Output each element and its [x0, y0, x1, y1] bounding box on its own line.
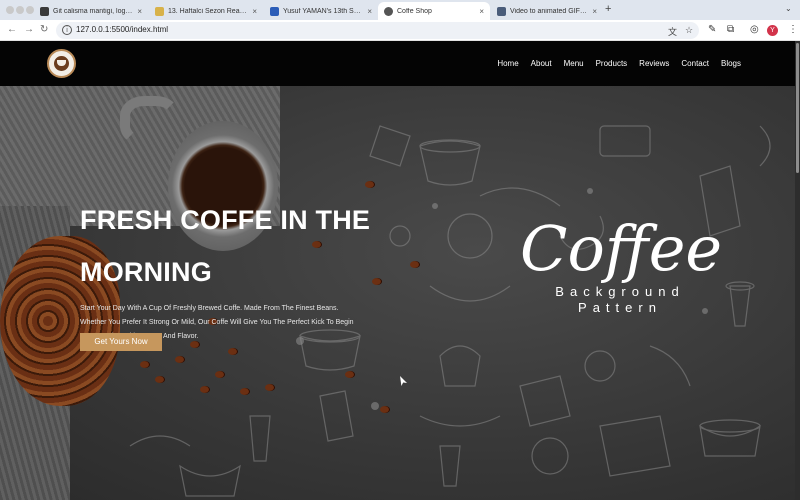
bookmark-star-icon[interactable]: ☆ [685, 25, 693, 36]
eyedropper-icon[interactable]: ✎ [708, 24, 716, 35]
tab-title: Coffe Shop [397, 7, 432, 15]
profile-avatar[interactable]: Y [767, 25, 778, 36]
coffee-bean [345, 371, 355, 378]
coffee-bean [175, 356, 185, 363]
browser-tab[interactable]: Git calisma mantigi, log, refle × [34, 2, 148, 20]
brand-script-title: Coffee [520, 212, 723, 285]
tab-title: Yusuf YAMAN's 13th Seas [283, 7, 364, 15]
nav-link-reviews[interactable]: Reviews [639, 59, 669, 68]
coffee-bean [215, 371, 225, 378]
tab-close-icon[interactable]: × [137, 7, 142, 16]
media-icon[interactable]: ◎ [750, 24, 759, 35]
get-yours-now-button[interactable]: Get Yours Now [80, 333, 162, 351]
brand-subtitle-line1: Background [555, 284, 685, 299]
browser-tab[interactable]: Yusuf YAMAN's 13th Seas × [264, 2, 378, 20]
tab-close-icon[interactable]: × [252, 7, 257, 16]
back-arrow-icon[interactable]: ← [7, 24, 17, 35]
window-zoom-button[interactable] [26, 6, 34, 14]
extensions-icon[interactable]: ⧉ [727, 24, 734, 35]
nav-link-products[interactable]: Products [596, 59, 628, 68]
tab-favicon-icon [155, 6, 164, 16]
window-minimize-button[interactable] [16, 6, 24, 14]
browser-tab[interactable]: Video to animated GIF conve × [491, 2, 603, 20]
coffee-bean [240, 388, 250, 395]
forward-arrow-icon[interactable]: → [24, 24, 34, 35]
new-tab-button[interactable]: + [605, 3, 611, 15]
site-header: Home About Menu Products Reviews Contact… [0, 41, 795, 86]
hero-title: FRESH COFFE IN THE MORNING [80, 205, 371, 287]
coffee-bean [140, 361, 150, 368]
main-nav: Home About Menu Products Reviews Contact… [497, 59, 741, 68]
tab-close-icon[interactable]: × [592, 7, 597, 16]
browser-toolbar: ← → ↻ i 127.0.0.1:5500/index.html 文 ☆ ✎ … [0, 20, 800, 41]
globe-icon [384, 6, 393, 16]
scrollbar-thumb[interactable] [796, 43, 799, 173]
tab-favicon-icon [270, 6, 279, 16]
hero-text-block: FRESH COFFE IN THE MORNING Start Your Da… [80, 194, 380, 344]
tab-title: 13. Haftalci Sezon React Fron [168, 7, 248, 15]
hero-section: FRESH COFFE IN THE MORNING Start Your Da… [0, 86, 795, 500]
browser-tab[interactable]: 13. Haftalci Sezon React Fron × [149, 2, 263, 20]
tab-close-icon[interactable]: × [479, 7, 484, 16]
nav-link-home[interactable]: Home [497, 59, 518, 68]
tab-close-icon[interactable]: × [367, 7, 372, 16]
coffee-bean [410, 261, 420, 268]
nav-link-about[interactable]: About [531, 59, 552, 68]
translate-icon[interactable]: 文 [668, 25, 677, 38]
page-scrollbar[interactable] [795, 41, 800, 500]
url-text[interactable]: 127.0.0.1:5500/index.html [76, 25, 168, 34]
tab-title: Video to animated GIF conve [510, 7, 588, 15]
nav-link-menu[interactable]: Menu [564, 59, 584, 68]
site-logo[interactable] [47, 49, 76, 78]
address-bar[interactable]: i 127.0.0.1:5500/index.html 文 ☆ [56, 22, 699, 39]
tab-favicon-icon [40, 6, 49, 16]
reload-icon[interactable]: ↻ [40, 24, 48, 35]
coffee-bean [200, 386, 210, 393]
coffee-bean [380, 406, 390, 413]
coffee-bean [365, 181, 375, 188]
browser-menu-icon[interactable]: ⋮ [788, 24, 798, 35]
tab-favicon-icon [497, 6, 506, 16]
browser-tab-active[interactable]: Coffe Shop × [378, 2, 490, 20]
window-close-button[interactable] [6, 6, 14, 14]
coffee-bean [228, 348, 238, 355]
site-info-icon[interactable]: i [62, 25, 72, 35]
cup-handle-shape [120, 96, 180, 146]
nav-link-blogs[interactable]: Blogs [721, 59, 741, 68]
brand-subtitle-line2: Pattern [578, 300, 662, 315]
coffee-bean [155, 376, 165, 383]
tab-search-chevron-icon[interactable]: ⌄ [785, 4, 792, 13]
tab-title: Git calisma mantigi, log, refle [53, 7, 133, 15]
nav-link-contact[interactable]: Contact [681, 59, 709, 68]
coffee-bean [265, 384, 275, 391]
coffee-brand-overlay: Coffee Background Pattern [520, 212, 723, 316]
browser-tabbar: Git calisma mantigi, log, refle × 13. Ha… [0, 0, 800, 20]
